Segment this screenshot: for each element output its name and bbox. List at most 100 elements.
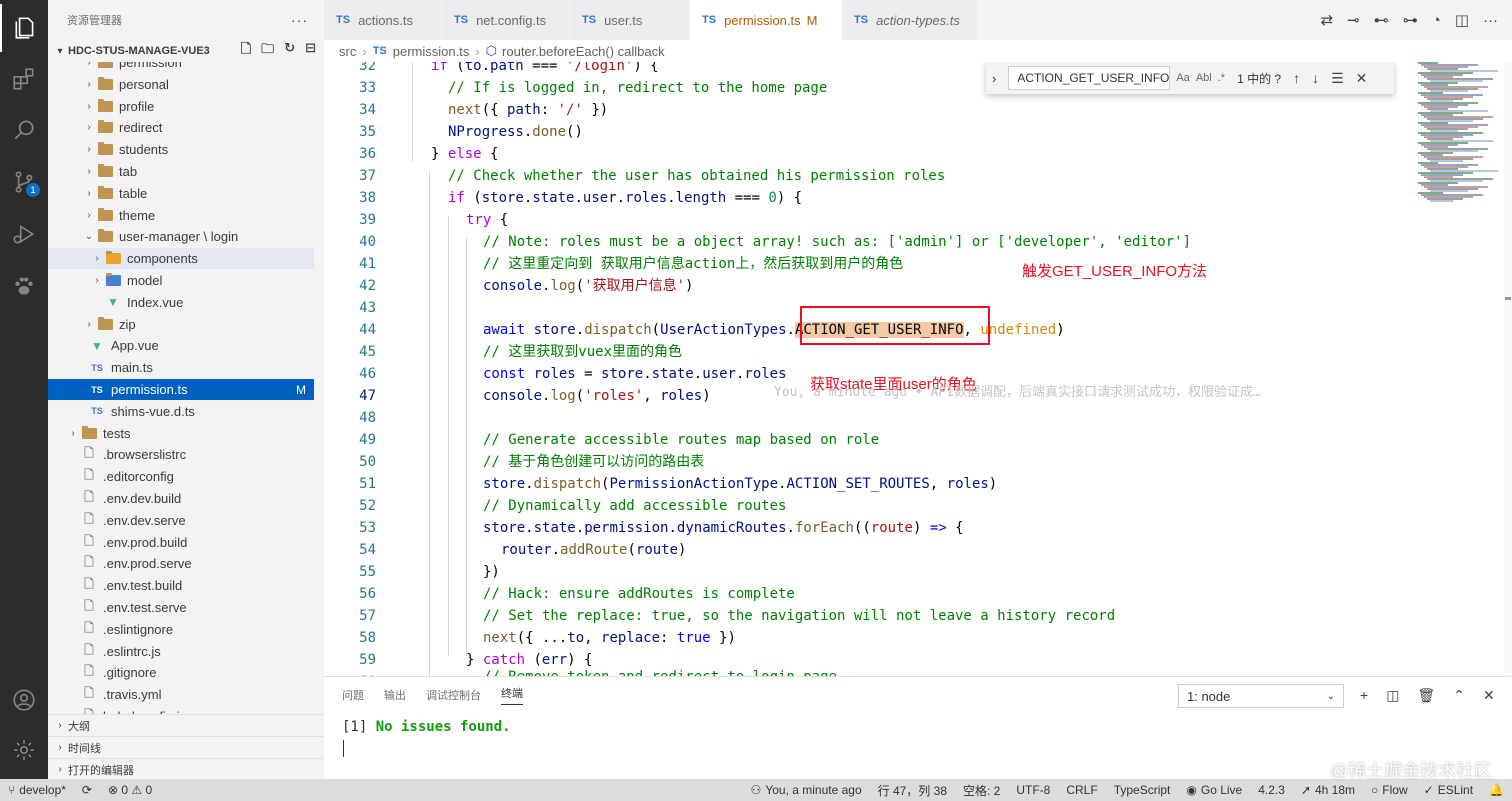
project-header[interactable]: ▾ HDC-STUS-MANAGE-VUE3 🗋 🗀 ↻ ⊟ [48,40,324,62]
tree-item[interactable]: 🗋 .eslintrc.js [48,641,314,662]
find-in-selection-icon[interactable]: ☰ [1331,70,1344,87]
tree-item[interactable]: ⌄ user-manager \ login [48,226,314,247]
collapse-all-icon[interactable]: ⊟ [305,40,316,62]
close-icon[interactable]: ✕ [1483,687,1495,704]
tree-item[interactable]: › tab [48,161,314,182]
tree-item[interactable]: 🗋 .env.test.build [48,575,314,596]
indentation[interactable]: 空格: 2 [955,779,1008,801]
chevron-up-icon[interactable]: ⌃ [1453,687,1465,704]
git-commit-icon[interactable]: ⊸ [1347,11,1360,29]
tab-debug-console[interactable]: 调试控制台 [426,687,481,703]
tree-item[interactable]: 🗋 .env.prod.serve [48,553,314,574]
tree-item[interactable]: › permission [48,62,314,73]
tree-item[interactable]: 🗋 .travis.yml [48,684,314,705]
extensions-icon[interactable] [0,55,48,103]
tree-item[interactable]: › personal [48,74,314,95]
breadcrumb-file[interactable]: permission.ts [393,44,470,59]
trash-icon[interactable]: 🗑 [1417,687,1435,704]
previous-change-icon[interactable]: ⊷ [1374,11,1389,29]
search-icon[interactable] [0,106,48,154]
tab-user[interactable]: TS user.ts [570,0,690,40]
source-control-icon[interactable]: 1 [0,158,48,206]
breadcrumb-symbol[interactable]: router.beforeEach() callback [502,44,665,59]
tree-item[interactable]: › zip [48,314,314,335]
blame-status[interactable]: ⚇ You, a minute ago [743,779,870,801]
arrow-up-icon[interactable]: ↑ [1293,70,1300,86]
run-debug-icon[interactable] [0,210,48,258]
tree-item[interactable]: 🗋 .env.dev.serve [48,510,314,531]
tab-permission[interactable]: TS permission.ts M [690,0,842,40]
sync-icon[interactable]: ⟳ [74,779,100,801]
tree-item-label: table [119,185,148,201]
tree-item[interactable]: 🗋 .eslintignore [48,619,314,640]
terminal-select[interactable]: 1: node ⌄ [1178,684,1344,708]
timeline-section[interactable]: › 时间线 [48,736,324,758]
tree-item[interactable]: ▼ App.vue [48,335,314,356]
compare-icon[interactable]: ⇄ [1321,11,1334,29]
tree-item[interactable]: 🗋 .env.prod.build [48,532,314,553]
tab-action-types[interactable]: TS action-types.ts [842,0,978,40]
plus-icon[interactable]: + [1360,687,1368,704]
new-folder-icon[interactable]: 🗀 [261,40,274,62]
minimap[interactable] [1414,62,1504,212]
paw-icon[interactable] [0,262,48,310]
tree-item[interactable]: › redirect [48,117,314,138]
arrow-down-icon[interactable]: ↓ [1312,70,1319,86]
breadcrumb-src[interactable]: src [339,44,356,59]
editor-scrollbar[interactable] [1504,62,1512,676]
tree-item[interactable]: › components [48,248,314,270]
tree-item[interactable]: TS main.ts [48,357,314,378]
tree-item[interactable]: ▼ Index.vue [48,292,314,313]
split-editor-icon[interactable]: ◫ [1455,11,1469,29]
ts-version[interactable]: 4.2.3 [1250,779,1293,801]
new-file-icon[interactable]: 🗋 [241,40,251,62]
tree-item[interactable]: › students [48,139,314,160]
close-icon[interactable]: ✕ [1356,70,1368,87]
account-icon[interactable] [0,676,48,724]
code-area[interactable]: if (to.path === '/login') { // If is log… [396,62,1416,676]
terminal-output[interactable]: [1] No issues found. [342,719,511,735]
language-mode[interactable]: TypeScript [1106,779,1179,801]
branch-indicator[interactable]: ⑂ develop* [0,779,74,801]
whole-word-toggle[interactable]: Abl [1196,72,1212,84]
tree-item[interactable]: › tests [48,423,314,444]
refresh-icon[interactable]: ↻ [284,40,295,62]
tree-item[interactable]: 🗋 .env.test.serve [48,597,314,618]
line-ending[interactable]: CRLF [1058,779,1105,801]
tree-item[interactable]: TS shims-vue.d.ts [48,401,314,422]
tree-item[interactable]: 🗋 .env.dev.build [48,488,314,509]
match-case-toggle[interactable]: Aa [1176,72,1189,84]
tab-net-config[interactable]: TS net.config.ts [442,0,570,40]
tab-problems[interactable]: 问题 [342,687,364,703]
more-actions-icon[interactable]: ··· [291,12,308,28]
tree-item[interactable]: 🗋babel.config.js [48,706,314,714]
tree-item[interactable]: › profile [48,96,314,117]
split-terminal-icon[interactable]: ◫ [1386,687,1399,704]
tree-item[interactable]: › model [48,270,314,291]
encoding[interactable]: UTF-8 [1008,779,1058,801]
open-editors-section[interactable]: › 打开的编辑器 [48,758,324,780]
tree-item[interactable]: 🗋 .gitignore [48,662,314,683]
gear-icon[interactable] [0,726,48,774]
chevron-right-icon[interactable]: › [992,71,996,86]
code-editor[interactable]: 32 33 34 35 36 37 38 39 40 41 42 43 44 45 46 47 48 49 50 51… [324,62,1512,676]
tab-terminal[interactable]: 终端 [501,685,523,705]
more-actions-icon[interactable]: ··· [1483,12,1498,29]
next-change-icon[interactable]: ⊶ [1403,11,1418,29]
find-input[interactable]: ACTION_GET_USER_INFO [1008,66,1171,90]
tree-item[interactable]: 🗋 .editorconfig [48,466,314,487]
tab-output[interactable]: 输出 [384,687,406,703]
file-tree: › permission › personal › profile › redirect › st… [48,62,324,714]
cursor-position[interactable]: 行 47，列 38 [870,779,955,801]
go-live-button[interactable]: ◉ Go Live [1178,779,1250,801]
tree-item[interactable]: TS permission.ts M [48,379,314,400]
tree-item[interactable]: › theme [48,205,314,226]
tree-item[interactable]: 🗋 .browserslistrc [48,444,314,465]
timeline-icon[interactable]: ◔ [1432,12,1441,29]
problems-indicator[interactable]: ⊗ 0 ⚠ 0 [100,779,160,801]
explorer-icon[interactable] [0,4,48,52]
tree-item[interactable]: › table [48,183,314,204]
outline-section[interactable]: › 大纲 [48,714,324,736]
tab-actions[interactable]: TS actions.ts [324,0,442,40]
regex-toggle[interactable]: .* [1218,72,1225,84]
